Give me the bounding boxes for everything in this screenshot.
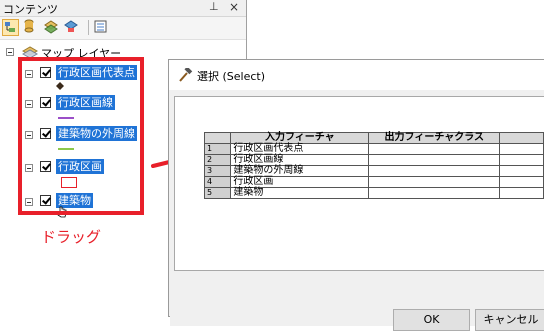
drag-annotation-label: ドラッグ	[41, 228, 102, 246]
table-row[interactable]: 4 行政区画	[203, 176, 544, 188]
grid-header-row: 入力フィーチャ 出力フィーチャクラス	[203, 132, 544, 144]
output-featureclass-cell[interactable]	[368, 176, 501, 188]
table-row[interactable]: 3 建築物の外周線	[203, 165, 544, 177]
hammer-icon	[179, 68, 193, 82]
input-feature-cell[interactable]: 建築物	[230, 187, 370, 199]
extra-cell[interactable]	[499, 176, 544, 188]
batch-grid-area[interactable]: 入力フィーチャ 出力フィーチャクラス 1 行政区画代表点 2 行政区画線 3 建…	[174, 96, 544, 271]
options-button[interactable]	[93, 19, 110, 36]
output-featureclass-cell[interactable]	[368, 143, 501, 155]
row-number[interactable]: 2	[203, 154, 232, 166]
extra-cell[interactable]	[499, 165, 544, 177]
output-featureclass-cell[interactable]	[368, 165, 501, 177]
toolbar-separator	[88, 20, 89, 35]
dialog-titlebar: 選択 (Select)	[169, 60, 544, 90]
pane-toolbar	[0, 17, 246, 40]
extra-cell[interactable]	[499, 143, 544, 155]
drawing-order-icon	[5, 22, 15, 32]
input-feature-cell[interactable]: 建築物の外周線	[230, 165, 370, 177]
list-by-selection-button[interactable]	[64, 19, 81, 36]
table-row[interactable]: 5 建築物	[203, 187, 544, 199]
pin-icon[interactable]: ⊥	[209, 0, 219, 13]
select-tool-dialog: 選択 (Select) 入力フィーチャ 出力フィーチャクラス 1 行政区画代表点	[168, 59, 544, 331]
row-number[interactable]: 4	[203, 176, 232, 188]
close-icon[interactable]: ×	[229, 0, 239, 14]
table-row[interactable]: 2 行政区画線	[203, 154, 544, 166]
pane-titlebar: コンテンツ ⊥ ×	[0, 0, 246, 17]
list-options-icon	[94, 20, 107, 33]
list-by-drawing-order-button[interactable]	[2, 19, 19, 36]
table-row[interactable]: 1 行政区画代表点	[203, 143, 544, 155]
selection-list-icon	[64, 20, 78, 32]
input-feature-cell[interactable]: 行政区画代表点	[230, 143, 370, 155]
extra-cell[interactable]	[499, 154, 544, 166]
database-icon	[24, 19, 34, 33]
dialog-client: 入力フィーチャ 出力フィーチャクラス 1 行政区画代表点 2 行政区画線 3 建…	[170, 90, 544, 331]
list-by-visibility-button[interactable]	[44, 19, 61, 36]
pane-title: コンテンツ	[3, 3, 58, 16]
row-number[interactable]: 5	[203, 187, 232, 199]
drag-highlight-box	[18, 57, 144, 215]
column-header-output[interactable]: 出力フィーチャクラス	[368, 132, 501, 144]
column-header-input[interactable]: 入力フィーチャ	[230, 132, 370, 144]
list-by-source-button[interactable]	[22, 19, 39, 36]
ok-button[interactable]: OK	[393, 309, 470, 331]
row-number[interactable]: 1	[203, 143, 232, 155]
dialog-title: 選択 (Select)	[197, 70, 266, 83]
layers-visibility-icon	[44, 20, 58, 34]
row-number[interactable]: 3	[203, 165, 232, 177]
batch-grid[interactable]: 入力フィーチャ 出力フィーチャクラス 1 行政区画代表点 2 行政区画線 3 建…	[203, 132, 544, 199]
map-layers-collapse-toggle[interactable]	[6, 48, 14, 56]
cancel-button[interactable]: キャンセル	[475, 309, 544, 331]
input-feature-cell[interactable]: 行政区画線	[230, 154, 370, 166]
grid-corner	[203, 132, 232, 144]
output-featureclass-cell[interactable]	[368, 154, 501, 166]
output-featureclass-cell[interactable]	[368, 187, 501, 199]
extra-cell[interactable]	[499, 187, 544, 199]
input-feature-cell[interactable]: 行政区画	[230, 176, 370, 188]
column-header-extra[interactable]	[499, 132, 544, 144]
